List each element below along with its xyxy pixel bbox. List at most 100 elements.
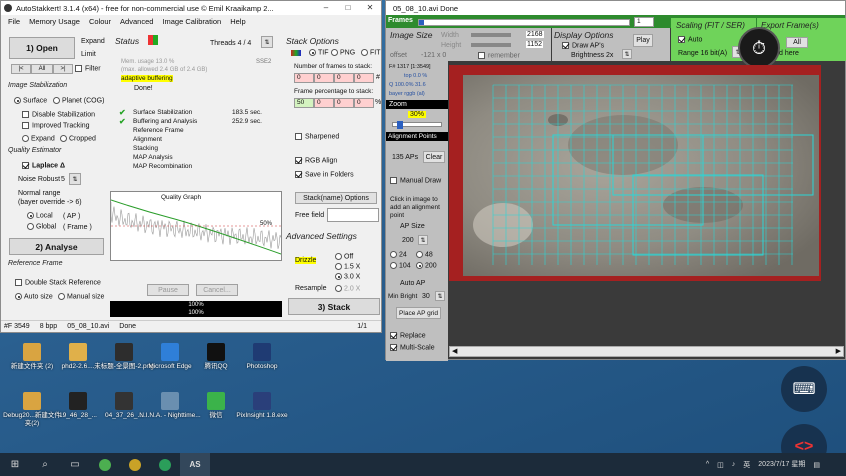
width-slider[interactable] bbox=[471, 33, 511, 37]
stack-button[interactable]: 3) Stack bbox=[288, 298, 380, 315]
global-radio[interactable]: Global bbox=[27, 223, 56, 230]
filter-checkbox[interactable]: Filter bbox=[75, 65, 101, 72]
qq-icon bbox=[207, 343, 225, 361]
manual-size-radio[interactable]: Manual size bbox=[58, 293, 104, 300]
desktop-icon[interactable]: PixInsight 1.8.exe bbox=[230, 392, 294, 420]
analyse-button[interactable]: 2) Analyse bbox=[9, 238, 104, 255]
tray-network-icon[interactable]: ◫ bbox=[717, 461, 724, 469]
desktop-icon[interactable]: Photoshop bbox=[230, 343, 294, 371]
local-radio[interactable]: Local bbox=[27, 212, 53, 219]
size-48-radio[interactable]: 48 bbox=[416, 251, 433, 258]
maximize-button[interactable]: □ bbox=[337, 1, 359, 15]
frames-input-3[interactable]: 0 bbox=[334, 73, 354, 83]
taskbar-app-1-icon[interactable] bbox=[90, 453, 120, 476]
progress-steps-list: ✔ Surface Stabilization 183.5 sec. ✔ Bufferi… bbox=[119, 108, 269, 172]
tray-volume-icon[interactable]: ♪ bbox=[732, 461, 736, 468]
planet-radio[interactable]: Planet (COG) bbox=[53, 97, 104, 104]
drizzle-off-radio[interactable]: Off bbox=[335, 253, 353, 260]
size-24-radio[interactable]: 24 bbox=[390, 251, 407, 258]
manual-draw-checkbox[interactable]: Manual Draw bbox=[390, 177, 441, 184]
frames-input-1[interactable]: 0 bbox=[294, 73, 314, 83]
resample-20x-radio[interactable]: 2.0 X bbox=[335, 285, 360, 292]
surface-radio[interactable]: Surface bbox=[14, 97, 47, 104]
zoom-slider[interactable] bbox=[392, 121, 442, 129]
expand-radio[interactable]: Expand bbox=[22, 135, 55, 142]
size-200-radio[interactable]: 200 bbox=[416, 262, 437, 269]
multiscale-checkbox[interactable]: Multi-Scale bbox=[390, 344, 435, 351]
menu-advanced[interactable]: Advanced bbox=[120, 17, 153, 26]
minimize-button[interactable]: – bbox=[315, 1, 337, 15]
lunar-frame-view[interactable] bbox=[449, 65, 821, 281]
viewer-title-bar[interactable]: 05_08_10.avi Done bbox=[386, 1, 845, 15]
stopwatch-icon[interactable]: ⏱ bbox=[738, 27, 780, 69]
step-name: Surface Stabilization bbox=[133, 109, 193, 116]
percent-input-3[interactable]: 0 bbox=[334, 98, 354, 108]
threads-stepper[interactable]: ⇅ bbox=[261, 36, 273, 48]
frame-number-input[interactable]: 1 bbox=[634, 17, 654, 27]
cropped-radio[interactable]: Cropped bbox=[60, 135, 96, 142]
free-field-input[interactable] bbox=[327, 208, 379, 222]
keyboard-icon[interactable]: ⌨ bbox=[781, 366, 827, 412]
menu-memory-usage[interactable]: Memory Usage bbox=[29, 17, 80, 26]
close-button[interactable]: ✕ bbox=[359, 1, 381, 15]
horizontal-scrollbar[interactable]: ◀ ▶ bbox=[449, 346, 844, 357]
taskbar-autostakkert-icon[interactable]: AS bbox=[180, 453, 210, 476]
draw-aps-checkbox[interactable]: Draw AP's bbox=[562, 42, 604, 49]
tray-lang[interactable]: 英 bbox=[743, 460, 750, 470]
frames-input-2[interactable]: 0 bbox=[314, 73, 334, 83]
open-button[interactable]: 1) Open bbox=[9, 37, 75, 59]
menu-file[interactable]: File bbox=[8, 17, 20, 26]
noise-robust-stepper[interactable]: ⇅ bbox=[69, 173, 81, 185]
cancel-button[interactable]: Cancel... bbox=[196, 284, 238, 296]
size-104-radio[interactable]: 104 bbox=[390, 262, 411, 269]
percent-input-2[interactable]: 0 bbox=[314, 98, 334, 108]
brightness-stepper[interactable]: ⇅ bbox=[622, 49, 632, 59]
min-bright-stepper[interactable]: ⇅ bbox=[435, 291, 445, 301]
frames-input-4[interactable]: 0 bbox=[354, 73, 374, 83]
step-row: Stacking bbox=[119, 145, 269, 154]
tray-expand-icon[interactable]: ^ bbox=[706, 461, 709, 468]
improved-tracking-checkbox[interactable]: Improved Tracking bbox=[22, 122, 90, 129]
search-icon[interactable]: ⌕ bbox=[30, 453, 60, 476]
video-file-icon bbox=[69, 392, 87, 410]
progress-2-text: 100% bbox=[188, 310, 204, 316]
taskbar-app-2-icon[interactable] bbox=[120, 453, 150, 476]
disable-stabilization-checkbox[interactable]: Disable Stabilization bbox=[22, 111, 95, 118]
menu-image-calibration[interactable]: Image Calibration bbox=[162, 17, 221, 26]
task-view-icon[interactable]: ▭ bbox=[60, 453, 90, 476]
laplace-checkbox[interactable]: Laplace Δ bbox=[22, 162, 65, 169]
save-folders-checkbox[interactable]: Save in Folders bbox=[295, 171, 354, 178]
step-name: Stacking bbox=[133, 145, 158, 152]
taskbar-app-3-icon[interactable] bbox=[150, 453, 180, 476]
notification-icon[interactable]: ▤ bbox=[813, 461, 820, 469]
drizzle-15x-radio[interactable]: 1.5 X bbox=[335, 263, 360, 270]
sharpened-checkbox[interactable]: Sharpened bbox=[295, 133, 339, 140]
pause-button[interactable]: Pause bbox=[147, 284, 189, 296]
first-frame-button[interactable]: |< bbox=[11, 64, 31, 74]
ap-size-stepper[interactable]: ⇅ bbox=[418, 235, 428, 245]
menu-help[interactable]: Help bbox=[230, 17, 245, 26]
clear-aps-button[interactable]: Clear bbox=[423, 151, 445, 163]
play-button[interactable]: Play bbox=[633, 34, 653, 47]
drizzle-30x-radio[interactable]: 3.0 X bbox=[335, 273, 360, 280]
height-slider[interactable] bbox=[471, 43, 511, 47]
stackname-options-button[interactable]: Stack(name) Options bbox=[295, 192, 377, 204]
auto-size-radio[interactable]: Auto size bbox=[15, 293, 53, 300]
double-stack-checkbox[interactable]: Double Stack Reference bbox=[15, 279, 101, 286]
fit-radio[interactable]: FIT bbox=[361, 49, 381, 56]
auto-checkbox[interactable]: Auto bbox=[678, 36, 702, 43]
start-icon[interactable]: ⊞ bbox=[0, 453, 30, 476]
last-frame-button[interactable]: >| bbox=[53, 64, 73, 74]
rgb-align-checkbox[interactable]: RGB Align bbox=[295, 157, 337, 164]
place-ap-grid-button[interactable]: Place AP grid bbox=[396, 307, 441, 319]
frame-slider[interactable] bbox=[418, 19, 630, 26]
png-radio[interactable]: PNG bbox=[331, 49, 355, 56]
remember-checkbox[interactable]: remember bbox=[478, 52, 520, 59]
menu-colour[interactable]: Colour bbox=[89, 17, 111, 26]
all-frames-button[interactable]: All bbox=[31, 64, 53, 74]
tif-radio[interactable]: TIF bbox=[309, 49, 329, 56]
percent-input-4[interactable]: 0 bbox=[354, 98, 374, 108]
percent-input-1[interactable]: 50 bbox=[294, 98, 314, 108]
replace-checkbox[interactable]: Replace bbox=[390, 332, 426, 339]
export-all-button[interactable]: All bbox=[786, 37, 808, 48]
